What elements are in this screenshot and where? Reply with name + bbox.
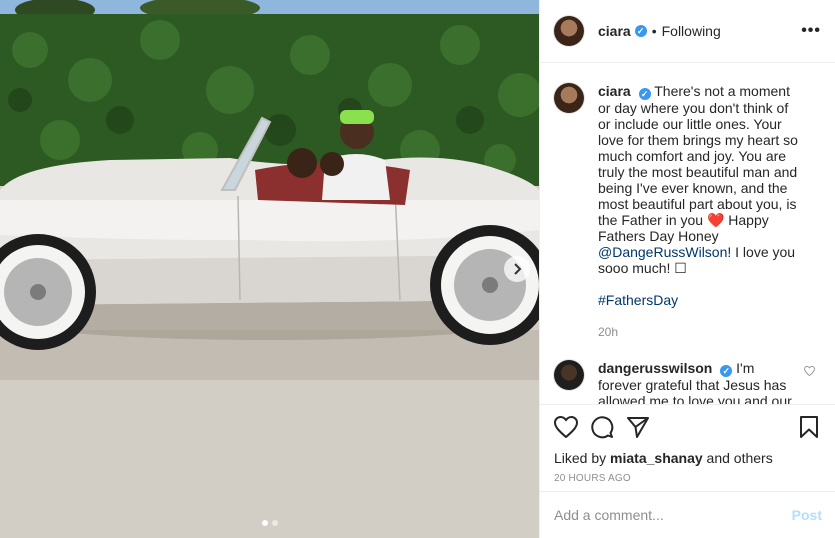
caption-username[interactable]: ciara <box>598 83 631 99</box>
likes-user-link[interactable]: miata_shanay <box>610 450 703 466</box>
hashtag-link[interactable]: #FathersDay <box>598 292 798 308</box>
comments-section[interactable]: ciara ✓ There's not a moment or day wher… <box>540 63 835 405</box>
post-button[interactable]: Post <box>792 507 822 523</box>
add-comment-bar: Post <box>540 491 835 538</box>
caption-text: There's not a moment or day where you do… <box>598 83 798 228</box>
red-heart-emoji: ❤️ <box>706 212 725 228</box>
post-panel: ciara ✓ • Following ••• ciara ✓ There's … <box>539 0 835 538</box>
caption-body: ciara ✓ There's not a moment or day wher… <box>598 83 798 340</box>
verified-icon: ✓ <box>720 365 733 377</box>
bookmark-icon[interactable] <box>797 415 821 439</box>
comment-input[interactable] <box>554 507 792 523</box>
comment-like-icon[interactable] <box>804 365 815 379</box>
avatar[interactable] <box>554 360 584 390</box>
carousel-dot <box>261 520 268 526</box>
next-photo-button[interactable] <box>504 256 530 282</box>
chevron-right-icon <box>512 263 522 275</box>
likes-suffix[interactable]: and others <box>703 450 773 466</box>
mention-link[interactable]: @DangeRussWilson <box>598 244 727 260</box>
comment-icon[interactable] <box>590 415 614 439</box>
caption-time[interactable]: 20h <box>598 324 798 340</box>
post-username[interactable]: ciara <box>598 23 631 39</box>
verified-icon: ✓ <box>638 88 651 100</box>
verified-icon: ✓ <box>634 25 647 37</box>
comment: dangerusswilson ✓ I'm forever grateful t… <box>554 360 821 404</box>
following-button[interactable]: Following <box>662 23 721 39</box>
more-icon[interactable]: ••• <box>801 22 821 40</box>
avatar[interactable] <box>554 83 584 113</box>
heart-icon[interactable] <box>554 415 578 439</box>
post-photo[interactable] <box>0 0 539 538</box>
action-bar <box>540 405 835 449</box>
post-timestamp[interactable]: 20 HOURS AGO <box>540 467 835 484</box>
avatar[interactable] <box>554 16 584 46</box>
likes-summary: Liked by miata_shanay and others <box>540 449 835 467</box>
post-header: ciara ✓ • Following ••• <box>540 0 835 63</box>
likes-prefix: Liked by <box>554 450 611 466</box>
comment-username[interactable]: dangerusswilson <box>598 360 712 376</box>
photo-scene <box>0 0 539 538</box>
share-icon[interactable] <box>626 415 650 439</box>
carousel-indicator <box>0 520 539 526</box>
separator-dot: • <box>651 23 657 39</box>
caption: ciara ✓ There's not a moment or day wher… <box>554 83 821 340</box>
carousel-dot <box>271 520 278 526</box>
comment-body: dangerusswilson ✓ I'm forever grateful t… <box>598 360 798 404</box>
